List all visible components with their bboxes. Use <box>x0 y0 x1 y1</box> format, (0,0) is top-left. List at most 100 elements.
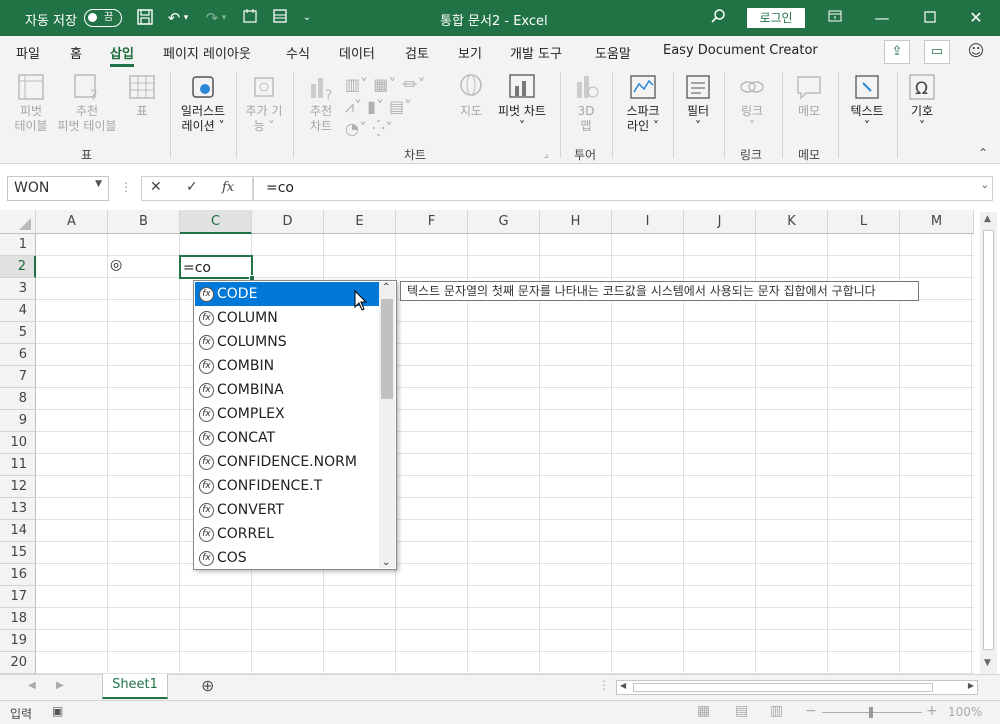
tab-insert[interactable]: 삽입 <box>110 43 134 67</box>
insert-function-icon[interactable]: fx <box>222 180 234 195</box>
tab-home[interactable]: 홈 <box>70 43 82 62</box>
select-all-corner[interactable] <box>0 210 36 234</box>
enter-icon[interactable]: ✓ <box>186 179 198 195</box>
zoom-level[interactable]: 100% <box>948 705 982 719</box>
row-header[interactable]: 11 <box>0 454 36 476</box>
column-header[interactable]: M <box>900 210 974 234</box>
column-header[interactable]: E <box>324 210 396 234</box>
tab-split-grip-icon[interactable]: ⋮ <box>598 678 610 692</box>
row-header[interactable]: 2 <box>0 256 36 278</box>
tab-easy-document-creator[interactable]: Easy Document Creator <box>663 43 818 58</box>
row-header[interactable]: 4 <box>0 300 36 322</box>
sparkline-button[interactable]: 스파크 라인 ˅ <box>617 72 669 134</box>
autocomplete-item[interactable]: fx COMPLEX <box>195 402 379 426</box>
accessibility-icon[interactable]: ▣ <box>52 704 63 718</box>
next-sheet-icon[interactable]: ▶ <box>56 680 64 691</box>
pivot-table-button[interactable]: 피벗 테이블 <box>8 72 54 134</box>
column-header[interactable]: J <box>684 210 756 234</box>
zoom-out-icon[interactable]: − <box>805 703 817 719</box>
tab-review[interactable]: 검토 <box>405 43 429 62</box>
row-header[interactable]: 7 <box>0 366 36 388</box>
chevron-up-icon[interactable]: ⌃ <box>382 282 390 293</box>
scroll-right-icon[interactable]: ▶ <box>968 681 974 690</box>
active-cell-c2[interactable]: =co <box>179 255 255 281</box>
waterfall-chart-icon[interactable]: ▤˅ <box>389 97 412 116</box>
row-header[interactable]: 10 <box>0 432 36 454</box>
autocomplete-item[interactable]: fx CODE <box>195 282 379 306</box>
row-header[interactable]: 1 <box>0 234 36 256</box>
filter-button[interactable]: 필터 ˅ <box>678 72 718 134</box>
layout-icon[interactable] <box>270 8 290 28</box>
column-header[interactable]: L <box>828 210 900 234</box>
scroll-left-icon[interactable]: ◀ <box>620 681 626 690</box>
normal-view-icon[interactable]: ▦ <box>697 703 710 719</box>
tab-file[interactable]: 파일 <box>16 43 40 62</box>
column-chart-icon[interactable]: ▥˅ <box>345 75 368 94</box>
hierarchy-chart-icon[interactable]: ▦˅ <box>373 75 396 94</box>
row-header[interactable]: 16 <box>0 564 36 586</box>
vertical-scrollbar[interactable]: ▲ ▼ <box>980 212 997 674</box>
worksheet-grid[interactable]: A B C D E F G H I J K L M 1 2 3 4 5 6 7 8 9 10 11 12 13 14 15 16 17 18… <box>0 210 1000 674</box>
table-button[interactable]: 표 <box>124 72 160 119</box>
text-button[interactable]: 텍스트 ˅ <box>843 72 891 134</box>
pie-chart-icon[interactable]: ◔˅ <box>345 119 367 138</box>
row-header[interactable]: 5 <box>0 322 36 344</box>
scatter-chart-icon[interactable]: ⁛˅ <box>372 119 393 138</box>
recommended-charts-button[interactable]: ? 추천 차트 <box>298 72 344 134</box>
scroll-thumb[interactable] <box>983 230 994 650</box>
page-break-view-icon[interactable]: ▥ <box>770 703 783 719</box>
feedback-smiley-icon[interactable]: ☺ <box>966 40 986 62</box>
column-header[interactable]: D <box>252 210 324 234</box>
row-header[interactable]: 6 <box>0 344 36 366</box>
cell-b2[interactable]: ◎ <box>110 257 122 273</box>
scroll-up-icon[interactable]: ▲ <box>984 214 991 224</box>
autocomplete-scrollbar[interactable]: ⌃ ⌄ <box>379 282 395 568</box>
minimize-icon[interactable]: — <box>872 8 892 28</box>
statistic-chart-icon[interactable]: ⏛˅ <box>401 75 425 94</box>
column-header[interactable]: I <box>612 210 684 234</box>
row-header[interactable]: 17 <box>0 586 36 608</box>
name-box[interactable]: WON ▼ <box>7 176 109 201</box>
search-icon[interactable] <box>708 8 728 28</box>
tab-formulas[interactable]: 수식 <box>286 43 310 62</box>
autocomplete-item[interactable]: fx COMBIN <box>195 354 379 378</box>
row-header[interactable]: 12 <box>0 476 36 498</box>
autocomplete-item[interactable]: fx COLUMNS <box>195 330 379 354</box>
pivot-chart-button[interactable]: 피벗 차트 ˅ <box>492 72 552 134</box>
memo-button[interactable]: 메모 <box>787 72 831 119</box>
autosave-toggle[interactable]: 끔 <box>84 9 122 27</box>
row-header[interactable]: 13 <box>0 498 36 520</box>
login-button[interactable]: 로그인 <box>747 8 805 28</box>
zoom-slider-thumb[interactable] <box>869 707 873 718</box>
comments-icon[interactable]: ▭ <box>924 40 950 64</box>
formula-input[interactable]: =co ⌄ <box>253 176 993 201</box>
autocomplete-item[interactable]: fx CONFIDENCE.NORM <box>195 450 379 474</box>
add-sheet-icon[interactable]: ⊕ <box>201 676 214 695</box>
autocomplete-item[interactable]: fx CONFIDENCE.T <box>195 474 379 498</box>
column-header[interactable]: H <box>540 210 612 234</box>
column-header[interactable]: B <box>108 210 180 234</box>
cancel-icon[interactable]: ✕ <box>150 179 162 195</box>
row-header[interactable]: 19 <box>0 630 36 652</box>
row-header[interactable]: 9 <box>0 410 36 432</box>
autocomplete-item[interactable]: fx CORREL <box>195 522 379 546</box>
close-icon[interactable]: ✕ <box>966 8 986 28</box>
chevron-down-icon[interactable]: ⌄ <box>382 557 390 568</box>
maximize-icon[interactable] <box>920 8 940 28</box>
illustrations-button[interactable]: 일러스트 레이션 ˅ <box>174 72 232 134</box>
tab-help[interactable]: 도움말 <box>595 43 631 62</box>
scroll-down-icon[interactable]: ▼ <box>984 658 991 668</box>
horizontal-scroll-thumb[interactable] <box>633 683 933 692</box>
column-header[interactable]: K <box>756 210 828 234</box>
bar-chart-icon[interactable]: ▮˅ <box>367 97 384 116</box>
autocomplete-item[interactable]: fx CONVERT <box>195 498 379 522</box>
row-header[interactable]: 15 <box>0 542 36 564</box>
column-header[interactable]: G <box>468 210 540 234</box>
tab-developer[interactable]: 개발 도구 <box>510 43 562 62</box>
column-header[interactable]: F <box>396 210 468 234</box>
tab-view[interactable]: 보기 <box>458 43 482 62</box>
row-header[interactable]: 14 <box>0 520 36 542</box>
horizontal-scrollbar[interactable]: ◀ ▶ <box>616 680 978 695</box>
line-chart-icon[interactable]: ⩘˅ <box>345 97 362 116</box>
autocomplete-item[interactable]: fx COMBINA <box>195 378 379 402</box>
